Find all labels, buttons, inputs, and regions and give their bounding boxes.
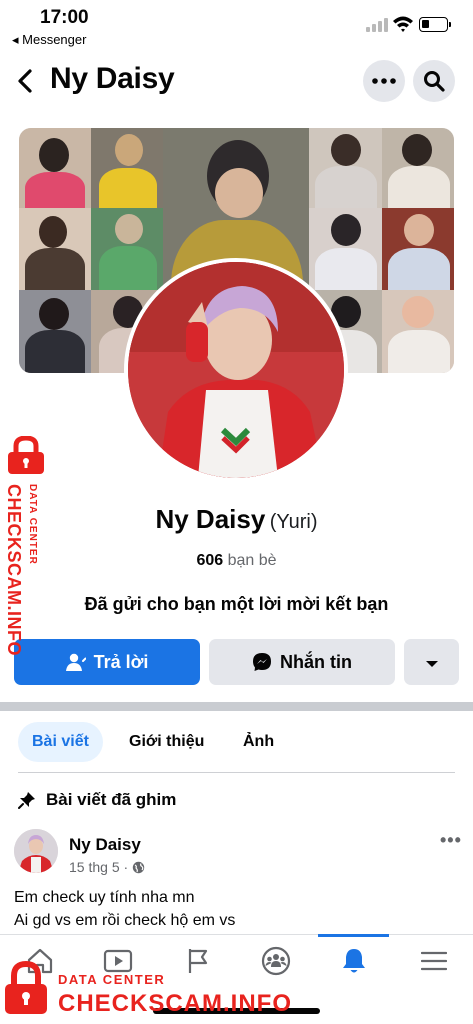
section-divider: [0, 702, 473, 711]
post-meta: 15 thg 5 ·: [69, 859, 145, 875]
chevron-down-icon: [425, 652, 439, 673]
profile-alternate-name: (Yuri): [269, 511, 318, 533]
search-icon[interactable]: [413, 60, 455, 102]
messenger-icon: [252, 652, 272, 672]
tab-posts[interactable]: Bài viết: [18, 722, 103, 762]
watermark-bottom-big: CHECKSCAM.INFO: [58, 990, 292, 1017]
active-tab-indicator: [318, 934, 389, 937]
pinned-posts-heading: Bài viết đã ghim: [18, 790, 176, 810]
reply-button-label: Trả lời: [93, 651, 149, 672]
post-more-icon[interactable]: •••: [440, 830, 462, 851]
watermark-side-big: CHECKSCAM.INFO: [4, 484, 24, 656]
friends-count: 606: [196, 552, 224, 569]
pin-icon: [18, 791, 36, 809]
more-icon[interactable]: [363, 60, 405, 102]
tab-about[interactable]: Giới thiệu: [115, 722, 218, 762]
person-icon: [65, 653, 86, 671]
post-author-avatar[interactable]: [14, 829, 58, 873]
more-options-dropdown[interactable]: [404, 639, 459, 685]
status-bar: 17:00 ◂ Messenger: [0, 0, 473, 52]
message-button[interactable]: Nhắn tin: [209, 639, 395, 685]
post-text-line: Ai gd vs em rồi check hộ em vs: [14, 912, 236, 929]
watermark-lock-icon: [2, 960, 50, 1021]
post-text-line: Em check uy tính nha mn: [14, 889, 195, 906]
friends-label: bạn bè: [227, 552, 277, 569]
battery-icon: [419, 17, 451, 32]
watermark-lock-icon: [2, 435, 50, 481]
profile-picture[interactable]: [128, 262, 344, 478]
globe-icon: [132, 861, 145, 874]
post-date: 15 thg 5 ·: [69, 859, 129, 875]
status-time: 17:00: [40, 7, 89, 28]
wifi-icon: [392, 15, 414, 33]
friends-count-row[interactable]: 606 bạn bè: [0, 552, 473, 570]
watermark-side-small: DATA CENTER: [27, 484, 38, 565]
notifications-bell-icon[interactable]: [332, 943, 376, 979]
profile-name-row: Ny Daisy (Yuri): [0, 504, 473, 535]
watermark-bottom-small: DATA CENTER: [58, 972, 166, 987]
tab-photos[interactable]: Ảnh: [229, 722, 288, 762]
post-author-name[interactable]: Ny Daisy: [69, 835, 141, 855]
friend-request-notice: Đã gửi cho bạn một lời mời kết bạn: [84, 594, 389, 614]
tabs-divider: [18, 772, 455, 773]
back-icon[interactable]: [14, 66, 38, 96]
watermark-bottom: DATA CENTER CHECKSCAM.INFO: [0, 960, 300, 1020]
profile-header: Ny Daisy: [0, 56, 473, 106]
profile-name: Ny Daisy: [155, 504, 266, 534]
back-to-messenger-link[interactable]: ◂ Messenger: [12, 32, 86, 48]
pinned-posts-label: Bài viết đã ghim: [46, 790, 177, 809]
cellular-signal-icon: [366, 18, 388, 32]
page-title: Ny Daisy: [50, 62, 175, 95]
post-text: Em check uy tính nha mn Ai gd vs em rồi …: [14, 886, 235, 932]
menu-icon[interactable]: [412, 943, 456, 979]
message-button-label: Nhắn tin: [280, 651, 352, 672]
